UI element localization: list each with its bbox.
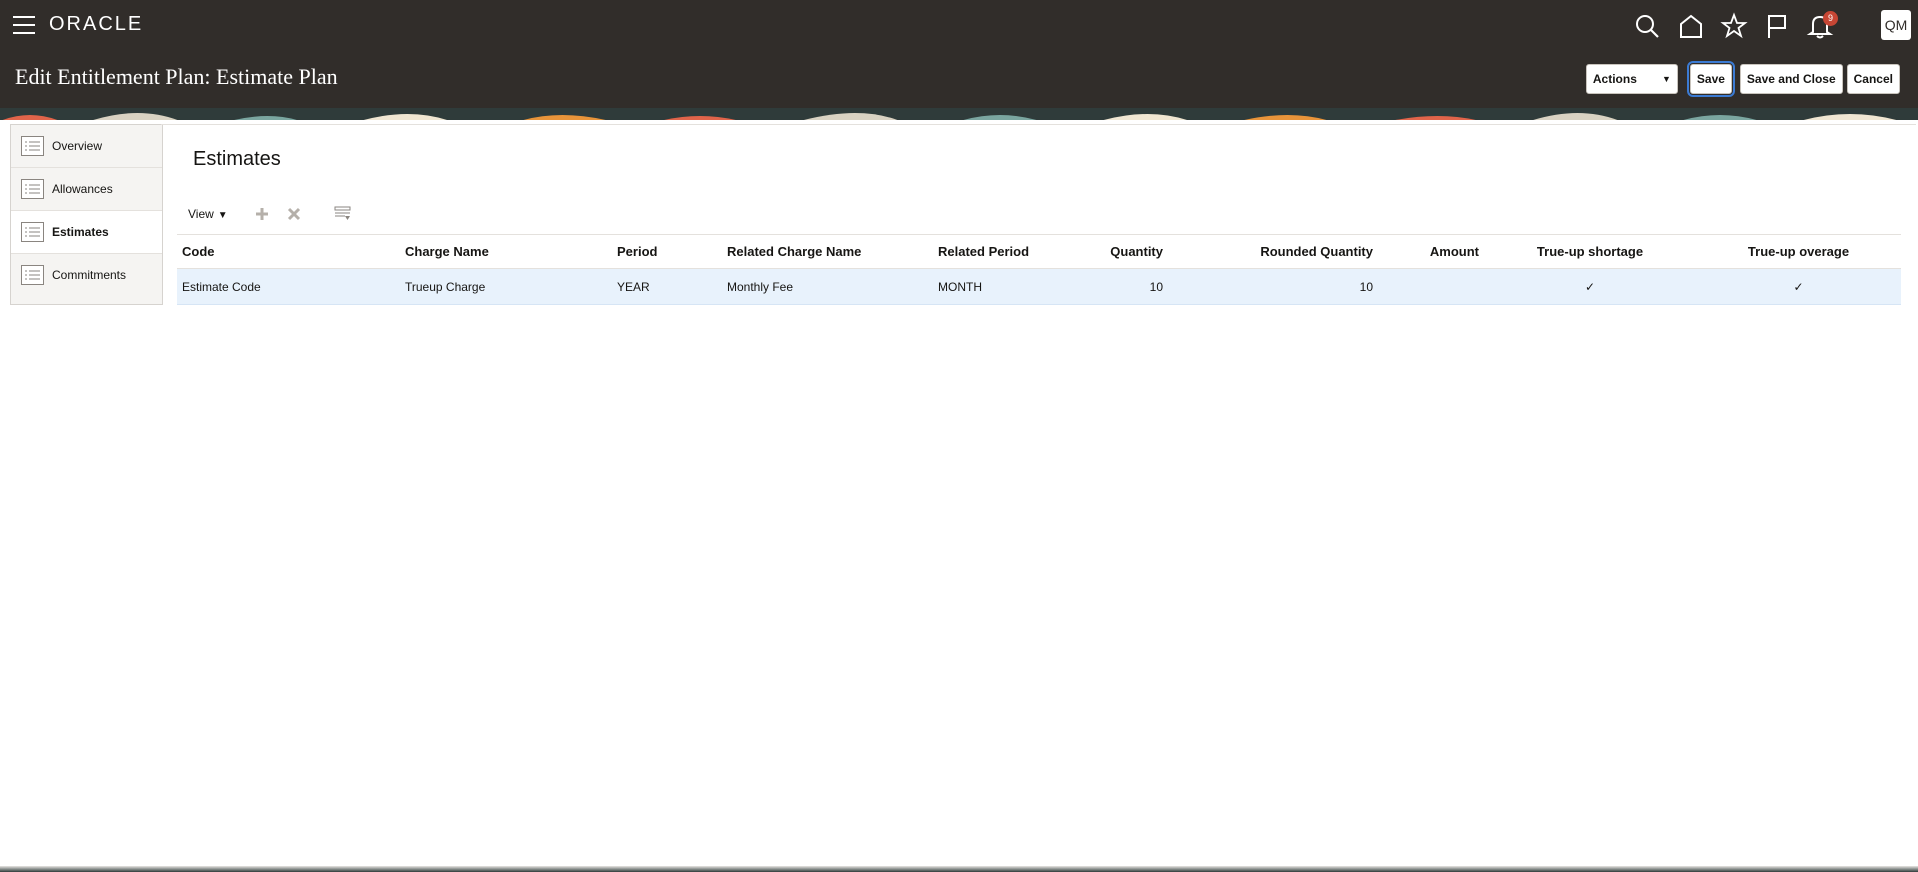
notifications-bell-icon[interactable]: 9 — [1806, 11, 1838, 40]
notifications-badge: 9 — [1823, 11, 1838, 26]
table-row[interactable]: Estimate Code Trueup Charge YEAR Monthly… — [177, 268, 1901, 305]
list-icon — [21, 179, 44, 199]
sidebar-item-allowances[interactable]: Allowances — [11, 168, 162, 211]
sidebar-item-label: Estimates — [52, 225, 109, 239]
cell-period: YEAR — [612, 268, 722, 305]
sidebar-item-overview[interactable]: Overview — [11, 125, 162, 168]
list-icon — [21, 136, 44, 156]
actions-menu-button[interactable]: Actions ▼ — [1585, 64, 1678, 94]
column-header-related-period[interactable]: Related Period — [933, 234, 1078, 269]
cell-charge-name: Trueup Charge — [400, 268, 612, 305]
user-avatar[interactable]: QM — [1881, 10, 1911, 40]
oracle-logo: ORACLE — [49, 13, 144, 35]
add-icon[interactable] — [252, 204, 272, 224]
column-header-trueup-overage[interactable]: True-up overage — [1696, 234, 1901, 269]
freeze-columns-icon[interactable] — [333, 204, 353, 224]
cell-quantity: 10 — [1078, 268, 1168, 305]
menu-icon[interactable] — [13, 16, 35, 34]
page-title: Edit Entitlement Plan: Estimate Plan — [15, 64, 338, 89]
list-icon — [21, 222, 44, 242]
favorites-star-icon[interactable] — [1720, 12, 1748, 40]
cell-code: Estimate Code — [177, 268, 400, 305]
section-nav: Overview Allowances Estimates Commitment… — [10, 124, 163, 305]
save-button[interactable]: Save — [1686, 61, 1735, 97]
view-menu[interactable]: View ▼ — [188, 207, 228, 221]
cell-rounded-quantity: 10 — [1168, 268, 1378, 305]
column-header-rounded-quantity[interactable]: Rounded Quantity — [1168, 234, 1378, 269]
table-header-row: Code Charge Name Period Related Charge N… — [177, 234, 1901, 269]
global-header: ORACLE 9 QM Edit Entitlement Plan: Estim… — [0, 0, 1918, 108]
sidebar-item-label: Allowances — [52, 182, 113, 196]
list-icon — [21, 265, 44, 285]
divider — [161, 124, 1916, 125]
sidebar-item-estimates[interactable]: Estimates — [11, 211, 162, 254]
cell-amount — [1378, 268, 1484, 305]
section-title: Estimates — [193, 148, 281, 170]
home-icon[interactable] — [1677, 12, 1705, 40]
column-header-trueup-shortage[interactable]: True-up shortage — [1484, 234, 1696, 269]
cancel-button[interactable]: Cancel — [1846, 64, 1900, 94]
sidebar-item-label: Overview — [52, 139, 103, 153]
actions-label: Actions — [1592, 72, 1637, 86]
view-menu-label: View — [188, 207, 214, 221]
decorative-banner — [0, 108, 1918, 120]
search-icon[interactable] — [1633, 12, 1661, 40]
header-actions: Actions ▼ Save Save and Close Cancel — [1585, 61, 1900, 97]
column-header-quantity[interactable]: Quantity — [1078, 234, 1168, 269]
chevron-down-icon: ▼ — [217, 210, 228, 221]
flag-icon[interactable] — [1763, 12, 1791, 40]
save-and-close-button[interactable]: Save and Close — [1739, 64, 1843, 94]
sidebar-item-commitments[interactable]: Commitments — [11, 254, 162, 296]
cell-related-period: MONTH — [933, 268, 1078, 305]
sidebar-item-label: Commitments — [52, 268, 127, 282]
cell-trueup-shortage: ✓ — [1484, 268, 1696, 305]
column-header-amount[interactable]: Amount — [1378, 234, 1484, 269]
column-header-related-charge-name[interactable]: Related Charge Name — [722, 234, 933, 269]
bottom-edge — [0, 866, 1918, 872]
delete-icon[interactable] — [284, 204, 304, 224]
cell-related-charge-name: Monthly Fee — [722, 268, 933, 305]
estimates-table: Code Charge Name Period Related Charge N… — [177, 234, 1901, 305]
column-header-charge-name[interactable]: Charge Name — [400, 234, 612, 269]
cell-trueup-overage: ✓ — [1696, 268, 1901, 305]
column-header-code[interactable]: Code — [177, 234, 400, 269]
chevron-down-icon: ▼ — [1661, 74, 1671, 84]
column-header-period[interactable]: Period — [612, 234, 722, 269]
